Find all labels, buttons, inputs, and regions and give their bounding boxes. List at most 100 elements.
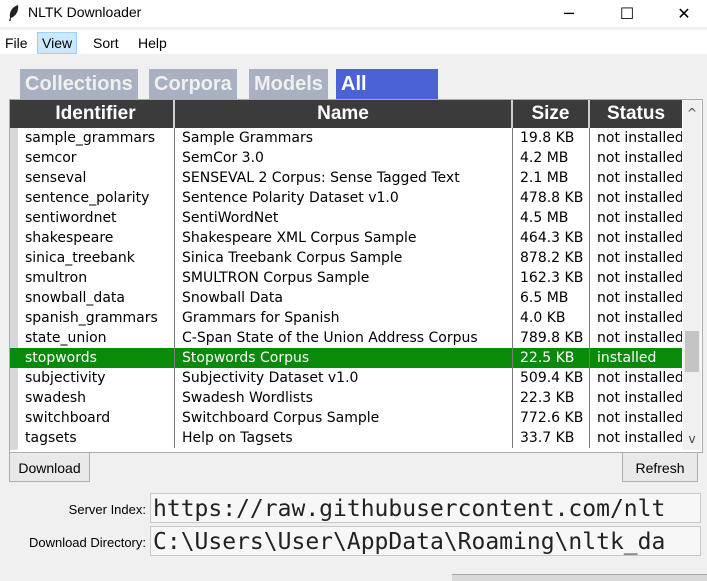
cell-identifier: switchboard <box>18 408 175 428</box>
cell-size: 33.7 KB <box>513 428 590 448</box>
cell-status: not installed <box>597 270 682 286</box>
cell-identifier: tagsets <box>18 428 175 448</box>
cell-status: not installed <box>597 150 682 166</box>
cell-status: installed <box>597 350 657 366</box>
cell-name: Stopwords Corpus <box>175 348 513 368</box>
tab-all-packages[interactable]: All Packages <box>336 69 439 126</box>
cell-size: 789.8 KB <box>513 328 590 348</box>
cell-name: SENSEVAL 2 Corpus: Sense Tagged Text <box>175 168 513 188</box>
cell-status: not installed <box>597 130 682 146</box>
table-header: Identifier Name Size Status <box>10 100 682 128</box>
cell-identifier: subjectivity <box>18 368 175 388</box>
table-row[interactable]: spanish_grammars Grammars for Spanish 4.0 … <box>10 308 682 328</box>
cell-name: Swadesh Wordlists <box>175 388 513 408</box>
packages-table: Identifier Name Size Status sample_gramm… <box>9 99 703 453</box>
cell-status: not installed <box>597 210 682 226</box>
cell-size: 478.8 KB <box>513 188 590 208</box>
column-header-size[interactable]: Size <box>513 100 590 128</box>
cell-identifier: swadesh <box>18 388 175 408</box>
cell-status: not installed <box>597 230 682 246</box>
cell-name: Subjectivity Dataset v1.0 <box>175 368 513 388</box>
cell-status: not installed <box>597 430 682 446</box>
close-button[interactable]: ✕ <box>661 0 707 27</box>
cell-name: C-Span State of the Union Address Corpus <box>175 328 513 348</box>
column-header-identifier[interactable]: Identifier <box>18 100 175 128</box>
menu-view[interactable]: View <box>37 32 78 54</box>
cell-status: not installed <box>597 390 682 406</box>
table-row[interactable]: subjectivity Subjectivity Dataset v1.0 509… <box>10 368 682 388</box>
cell-name: Switchboard Corpus Sample <box>175 408 513 428</box>
refresh-button[interactable]: Refresh <box>622 452 698 482</box>
minimize-button[interactable]: ─ <box>546 0 592 27</box>
table-row[interactable]: shakespeare Shakespeare XML Corpus Sample… <box>10 228 682 248</box>
server-index-input[interactable]: https://raw.githubusercontent.com/nlt <box>150 493 701 523</box>
cell-size: 4.0 KB <box>513 308 590 328</box>
cell-identifier: semcor <box>18 148 175 168</box>
maximize-button[interactable]: ☐ <box>604 0 650 27</box>
menu-help[interactable]: Help <box>134 33 171 53</box>
table-row[interactable]: switchboard Switchboard Corpus Sample 772.… <box>10 408 682 428</box>
table-row[interactable]: stopwords Stopwords Corpus 22.5 KB installe… <box>10 348 682 368</box>
cell-status: not installed <box>597 330 682 346</box>
cell-size: 4.5 MB <box>513 208 590 228</box>
server-index-label: Server Index: <box>68 502 146 517</box>
cell-size: 772.6 KB <box>513 408 590 428</box>
cell-name: SMULTRON Corpus Sample <box>175 268 513 288</box>
table-row[interactable]: state_union C-Span State of the Union Add… <box>10 328 682 348</box>
cell-status: not installed <box>597 370 682 386</box>
table-row[interactable]: senseval SENSEVAL 2 Corpus: Sense Tagged … <box>10 168 682 188</box>
cell-identifier: stopwords <box>18 348 175 368</box>
cell-size: 162.3 KB <box>513 268 590 288</box>
download-directory-input[interactable]: C:\Users\User\AppData\Roaming\nltk_da <box>150 526 701 556</box>
cell-identifier: sentence_polarity <box>18 188 175 208</box>
tab-collections[interactable]: Collections <box>20 69 138 100</box>
cell-size: 878.2 KB <box>513 248 590 268</box>
cell-name: SentiWordNet <box>175 208 513 228</box>
feather-icon <box>9 5 19 21</box>
cell-name: Grammars for Spanish <box>175 308 513 328</box>
cell-size: 6.5 MB <box>513 288 590 308</box>
title-bar: NLTK Downloader ─ ☐ ✕ <box>0 0 707 27</box>
cell-status: not installed <box>597 170 682 186</box>
tab-corpora[interactable]: Corpora <box>149 69 237 100</box>
cell-status: not installed <box>597 410 682 426</box>
cell-identifier: snowball_data <box>18 288 175 308</box>
cell-name: Snowball Data <box>175 288 513 308</box>
cell-size: 509.4 KB <box>513 368 590 388</box>
table-row[interactable]: sentiwordnet SentiWordNet 4.5 MB not instal… <box>10 208 682 228</box>
table-row[interactable]: snowball_data Snowball Data 6.5 MB not inst… <box>10 288 682 308</box>
cell-identifier: sentiwordnet <box>18 208 175 228</box>
menu-sort[interactable]: Sort <box>89 33 123 53</box>
table-row[interactable]: sentence_polarity Sentence Polarity Datas… <box>10 188 682 208</box>
scroll-down-icon[interactable]: v <box>683 430 701 448</box>
table-row[interactable]: tagsets Help on Tagsets 33.7 KB not install… <box>10 428 682 448</box>
scroll-thumb[interactable] <box>685 331 699 372</box>
cell-identifier: shakespeare <box>18 228 175 248</box>
table-row[interactable]: sample_grammars Sample Grammars 19.8 KB not… <box>10 128 682 148</box>
column-header-status[interactable]: Status <box>590 100 682 128</box>
window-title: NLTK Downloader <box>28 4 142 20</box>
cell-name: Help on Tagsets <box>175 428 513 448</box>
cell-status: not installed <box>597 190 682 206</box>
cell-name: SemCor 3.0 <box>175 148 513 168</box>
cell-identifier: state_union <box>18 328 175 348</box>
cell-size: 2.1 MB <box>513 168 590 188</box>
tab-models[interactable]: Models <box>249 69 328 100</box>
cell-status: not installed <box>597 310 682 326</box>
scroll-up-icon[interactable]: ^ <box>683 104 701 122</box>
cell-identifier: sinica_treebank <box>18 248 175 268</box>
download-button[interactable]: Download <box>9 452 90 482</box>
download-directory-label: Download Directory: <box>28 535 146 550</box>
menu-file[interactable]: File <box>1 33 32 53</box>
cell-identifier: senseval <box>18 168 175 188</box>
cell-size: 19.8 KB <box>513 128 590 148</box>
table-row[interactable]: semcor SemCor 3.0 4.2 MB not installed <box>10 148 682 168</box>
cell-status: not installed <box>597 250 682 266</box>
table-row[interactable]: sinica_treebank Sinica Treebank Corpus Sa… <box>10 248 682 268</box>
table-row[interactable]: smultron SMULTRON Corpus Sample 162.3 KB no… <box>10 268 682 288</box>
cell-name: Shakespeare XML Corpus Sample <box>175 228 513 248</box>
cell-size: 22.3 KB <box>513 388 590 408</box>
column-header-name[interactable]: Name <box>175 100 513 128</box>
vertical-scrollbar[interactable]: ^ v <box>683 100 701 450</box>
table-row[interactable]: swadesh Swadesh Wordlists 22.3 KB not insta… <box>10 388 682 408</box>
